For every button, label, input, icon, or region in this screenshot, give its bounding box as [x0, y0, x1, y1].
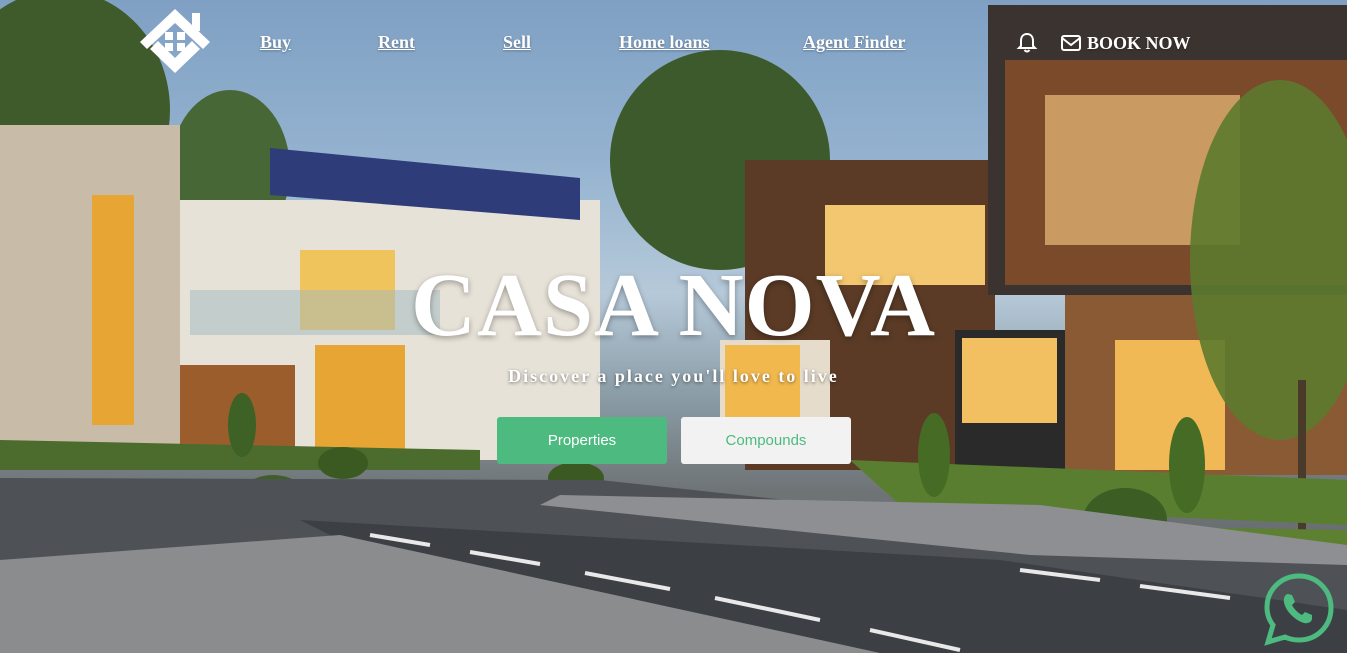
properties-button[interactable]: Properties	[497, 417, 667, 464]
nav-link-home-loans[interactable]: Home loans	[619, 32, 710, 53]
hero-subtitle: Discover a place you'll love to live	[508, 366, 839, 386]
hero-title: CASA NOVA	[411, 256, 936, 355]
compounds-button[interactable]: Compounds	[681, 417, 851, 464]
page: Buy Rent Sell Home loans Agent Finder BO…	[0, 0, 1347, 653]
nav-link-rent[interactable]: Rent	[378, 32, 415, 53]
envelope-icon	[1061, 35, 1081, 51]
book-now-button[interactable]: BOOK NOW	[1061, 31, 1191, 55]
nav-link-buy[interactable]: Buy	[260, 32, 291, 53]
nav-link-agent-finder[interactable]: Agent Finder	[803, 32, 906, 53]
whatsapp-icon[interactable]	[1262, 572, 1336, 646]
book-now-label: BOOK NOW	[1087, 32, 1191, 53]
bell-icon[interactable]	[1016, 32, 1038, 54]
house-logo-icon[interactable]	[134, 5, 216, 81]
nav-link-sell[interactable]: Sell	[503, 32, 531, 53]
